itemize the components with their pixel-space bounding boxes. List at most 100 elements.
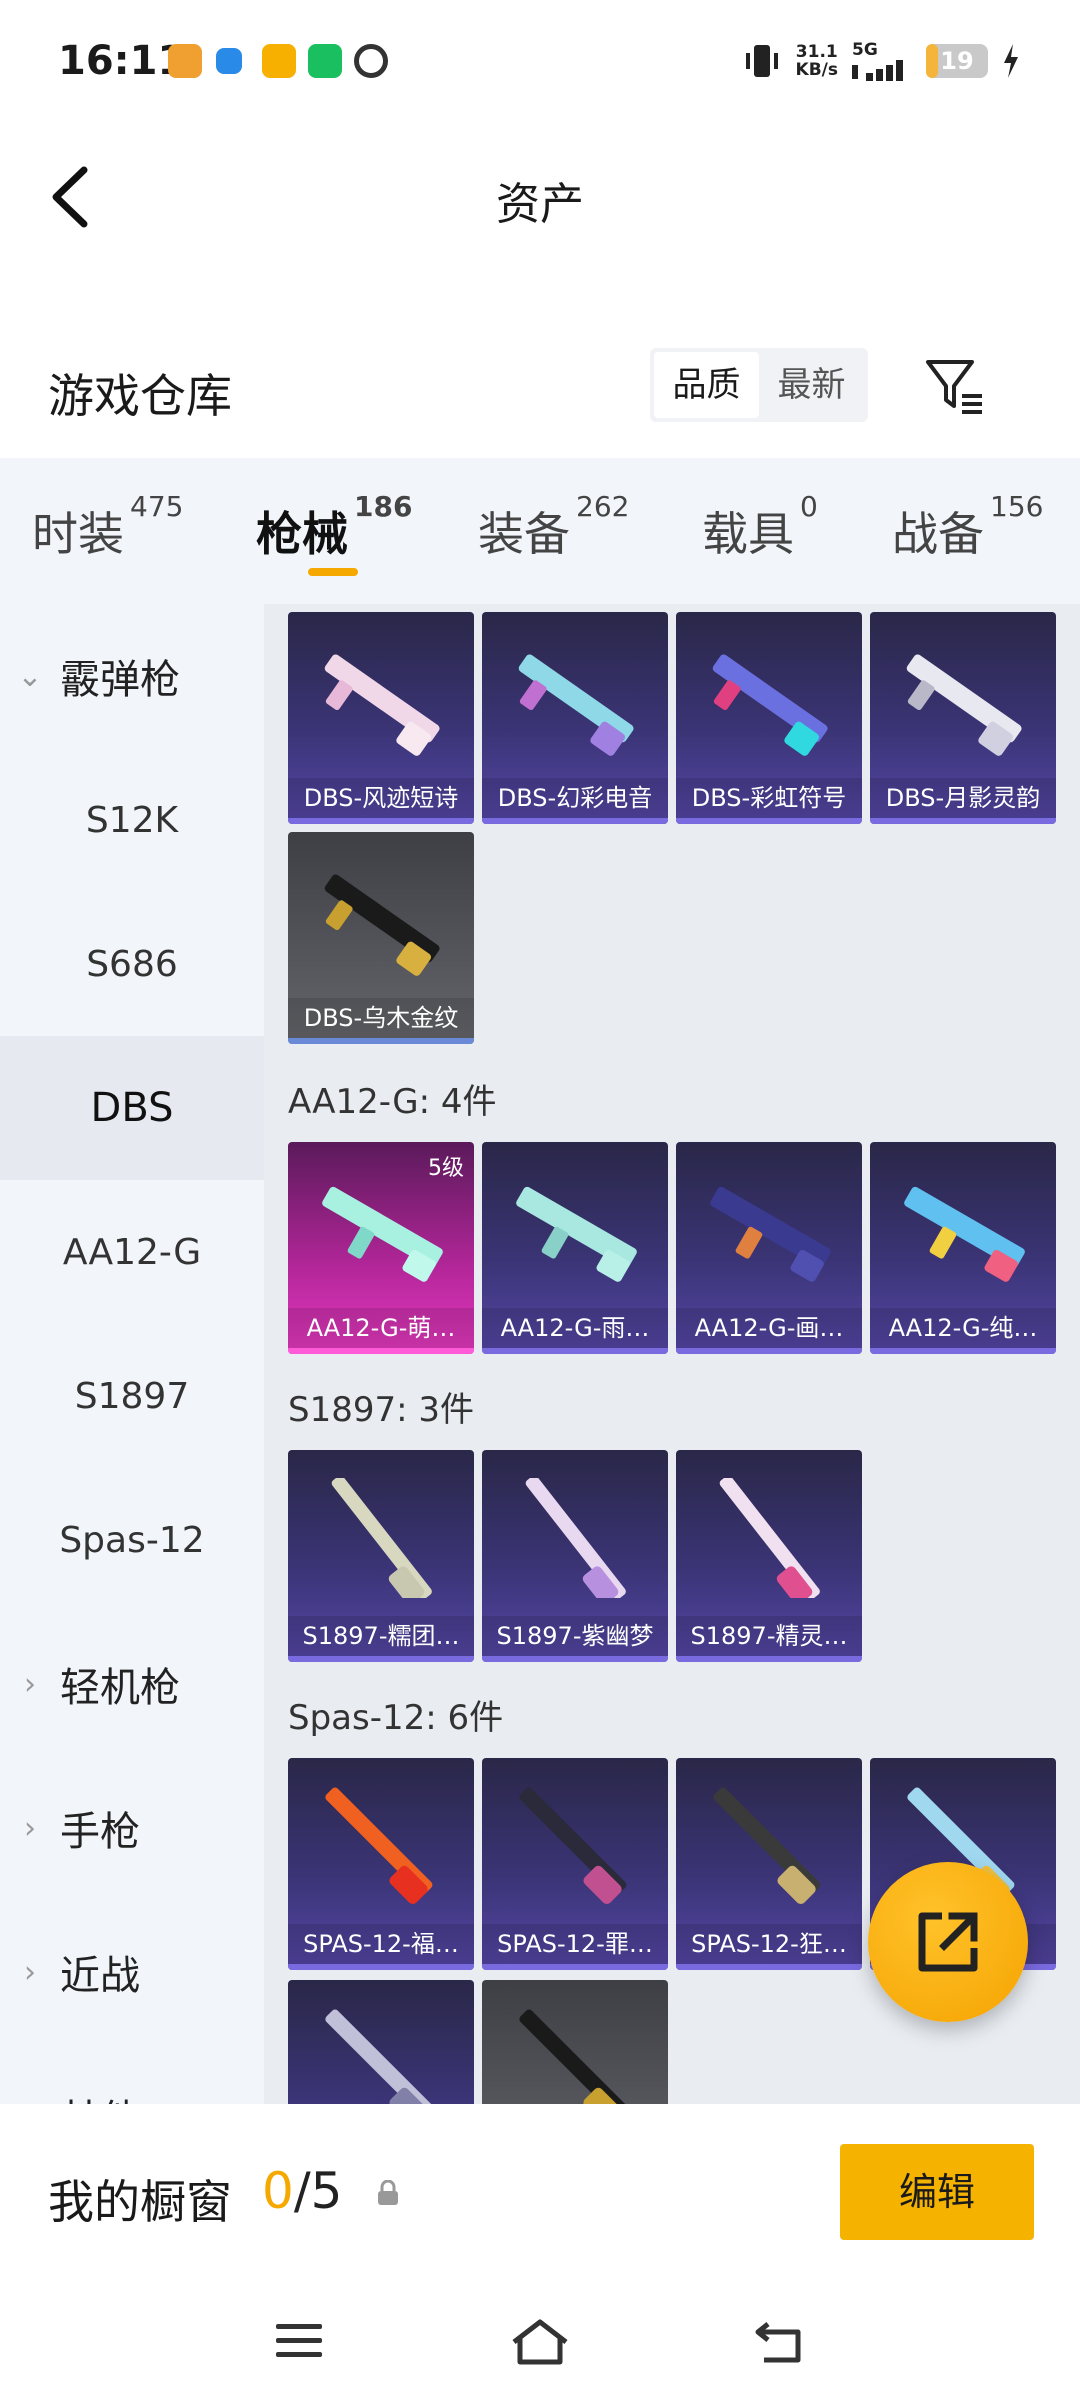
sidebar-group-label: 手枪 [60,1809,140,1855]
sidebar-item-spas12[interactable]: Spas-12 [0,1468,264,1612]
sort-quality-button[interactable]: 品质 [654,352,759,418]
lock-icon [378,2180,398,2205]
weapon-card[interactable]: S1897-紫幽梦 [482,1450,668,1662]
back-nav-icon[interactable] [754,2318,804,2366]
weapon-card[interactable]: AA12-G-雨… [482,1142,668,1354]
weapon-card[interactable]: S1897-精灵… [676,1450,862,1662]
weapon-card[interactable]: SPAS-12-罪… [482,1758,668,1970]
weapon-card-label: SPAS-12-狂… [676,1924,862,1964]
sidebar-item-s12k[interactable]: S12K [0,748,264,892]
weapon-card-label: S1897-精灵… [676,1616,862,1656]
chevron-right-icon: › [24,1666,36,1702]
edit-button[interactable]: 编辑 [840,2144,1034,2240]
showcase-max: 5 [310,2162,343,2220]
weapon-card[interactable] [482,1980,668,2104]
weapon-card-label: DBS-彩虹符号 [676,778,862,818]
sidebar-item-s686[interactable]: S686 [0,892,264,1036]
sidebar-item-aa12g[interactable]: AA12-G [0,1180,264,1324]
weapon-card[interactable]: AA12-G-画… [676,1142,862,1354]
sidebar-group-lmg[interactable]: › 轻机枪 [0,1612,264,1756]
weapon-card[interactable]: DBS-月影灵韵 [870,612,1056,824]
rarity-bar [288,1656,474,1662]
net-speed: 31.1 KB/s [796,43,838,79]
filter-icon[interactable] [922,354,986,418]
notification-icon-1 [168,44,202,78]
notification-icon-3 [262,44,296,78]
tab-supplies[interactable]: 战备156 [892,490,1043,564]
weapon-card[interactable]: DBS-幻彩电音 [482,612,668,824]
active-tab-indicator [308,568,358,576]
rarity-bar [676,1348,862,1354]
sidebar-item-dbs[interactable]: DBS [0,1036,264,1180]
weapon-card[interactable]: SPAS-12-狂… [676,1758,862,1970]
tab-vehicles-label: 载具 [702,507,794,561]
network-type: 5G [852,40,878,60]
tab-guns-label: 枪械 [256,507,348,561]
share-button[interactable] [868,1862,1028,2022]
tab-fashion-count: 475 [130,490,184,523]
weapon-card-label: S1897-糯团… [288,1616,474,1656]
sort-latest-button[interactable]: 最新 [759,352,864,418]
sidebar-group-pistol[interactable]: › 手枪 [0,1756,264,1900]
battery-percent: 19 [940,47,974,75]
weapon-card[interactable]: DBS-彩虹符号 [676,612,862,824]
status-bar: 16:11 31.1 KB/s 5G 19 [0,0,1080,130]
sidebar-group-other[interactable]: › 其他 [0,2044,264,2104]
shotgun-icon [518,654,634,756]
rarity-bar [288,1348,474,1354]
rarity-bar [482,1656,668,1662]
shotgun-icon [324,654,440,756]
tab-vehicles[interactable]: 载具0 [702,490,818,564]
weapon-card-label: DBS-月影灵韵 [870,778,1056,818]
notification-icon-2 [216,48,242,74]
net-speed-value: 31.1 [795,42,838,62]
rifle-icon [710,1186,831,1282]
shotgun-icon [331,1478,432,1598]
weapon-card[interactable]: 5级 AA12-G-萌… [288,1142,474,1354]
sidebar-group-melee[interactable]: › 近战 [0,1900,264,2044]
menu-icon[interactable] [274,2318,324,2364]
sidebar-item-s1897[interactable]: S1897 [0,1324,264,1468]
sort-toggle: 品质 最新 [650,348,868,422]
shotgun-icon [325,2009,433,2104]
shotgun-icon [525,1478,626,1598]
tab-supplies-count: 156 [990,490,1044,523]
category-tabs: 时装475 枪械186 装备262 载具0 战备156 [0,458,1080,604]
shotgun-icon [713,1787,821,1905]
tab-equipment[interactable]: 装备262 [478,490,629,564]
section-title: S1897: 3件 [288,1390,475,1430]
app-header: 资产 [0,130,1080,270]
weapon-card[interactable]: SPAS-12-福… [288,1758,474,1970]
rifle-icon [904,1186,1025,1282]
weapon-card[interactable]: DBS-乌木金纹 [288,832,474,1044]
net-speed-unit: KB/s [795,60,838,80]
rarity-bar [288,1038,474,1044]
rifle-icon [516,1186,637,1282]
tab-equipment-count: 262 [576,490,630,523]
notification-icon-5 [354,44,388,78]
weapon-card[interactable]: S1897-糯团… [288,1450,474,1662]
share-icon [918,1912,978,1972]
tab-guns[interactable]: 枪械186 [256,490,412,564]
sidebar-group-shotgun[interactable]: ⌄ 霰弹枪 [0,604,264,748]
system-nav-bar [0,2284,1080,2400]
sidebar-group-label: 其他 [60,2087,140,2104]
notification-icon-4 [308,44,342,78]
chevron-right-icon: › [24,1810,36,1846]
weapon-card-label: SPAS-12-罪… [482,1924,668,1964]
page-title: 资产 [496,179,584,230]
sidebar-group-label: 近战 [60,1953,140,1999]
tab-supplies-label: 战备 [892,507,984,561]
sidebar-group-label: 霰弹枪 [60,657,180,703]
section-title: AA12-G: 4件 [288,1082,497,1122]
weapon-card-label: DBS-风迹短诗 [288,778,474,818]
home-icon[interactable] [510,2318,570,2366]
shotgun-icon [325,1787,433,1905]
weapon-card[interactable]: DBS-风迹短诗 [288,612,474,824]
tab-fashion[interactable]: 时装475 [32,490,183,564]
rarity-bar [482,818,668,824]
signal-block: 5G [852,41,912,81]
tab-guns-count: 186 [354,490,413,523]
weapon-card[interactable]: AA12-G-纯… [870,1142,1056,1354]
weapon-card[interactable] [288,1980,474,2104]
